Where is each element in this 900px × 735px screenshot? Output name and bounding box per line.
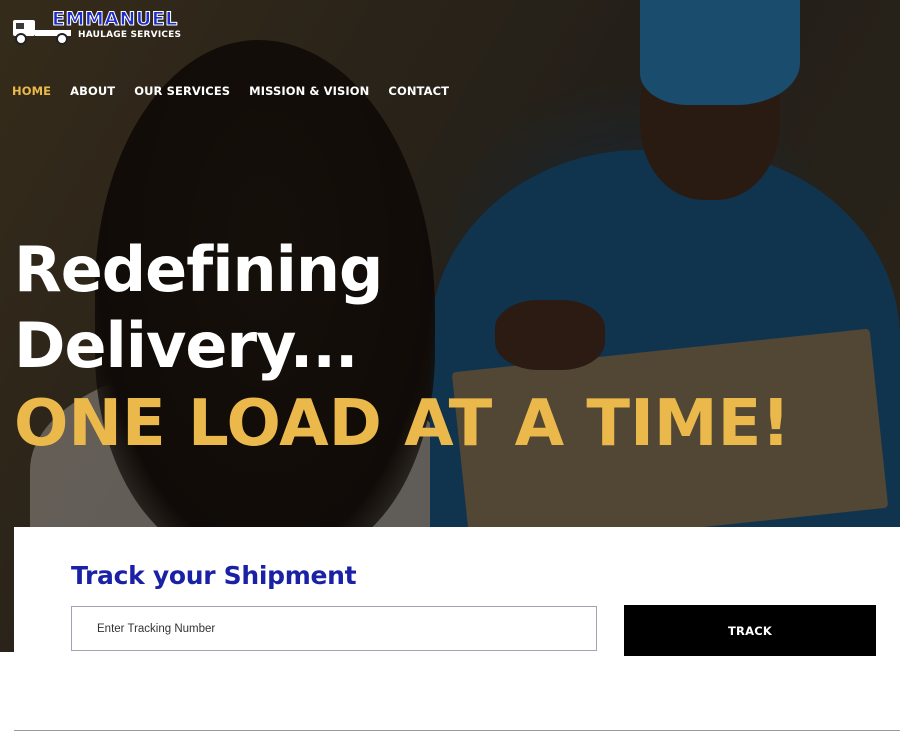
- nav-item-contact[interactable]: CONTACT: [388, 84, 449, 98]
- hero-headline: Redefining Delivery... ONE LOAD AT A TIM…: [14, 232, 790, 464]
- hero-headline-line2: Delivery...: [14, 309, 358, 382]
- track-button[interactable]: TRACK: [624, 605, 876, 656]
- main-nav: HOME ABOUT OUR SERVICES MISSION & VISION…: [12, 84, 468, 98]
- hero-headline-line3: ONE LOAD AT A TIME!: [14, 387, 791, 461]
- section-divider: [14, 730, 900, 731]
- logo-name: EMMANUEL: [52, 8, 178, 31]
- nav-item-about[interactable]: ABOUT: [70, 84, 115, 98]
- tracking-panel: Track your Shipment TRACK: [14, 527, 900, 656]
- tracking-title: Track your Shipment: [71, 561, 357, 590]
- logo-tagline: HAULAGE SERVICES: [78, 30, 182, 40]
- nav-item-home[interactable]: HOME: [12, 84, 51, 98]
- nav-item-mission-vision[interactable]: MISSION & VISION: [249, 84, 369, 98]
- tracking-number-input[interactable]: [71, 606, 597, 651]
- hero-headline-line1: Redefining: [14, 233, 383, 306]
- site-logo[interactable]: EMMANUEL HAULAGE SERVICES: [12, 8, 187, 46]
- nav-item-our-services[interactable]: OUR SERVICES: [134, 84, 230, 98]
